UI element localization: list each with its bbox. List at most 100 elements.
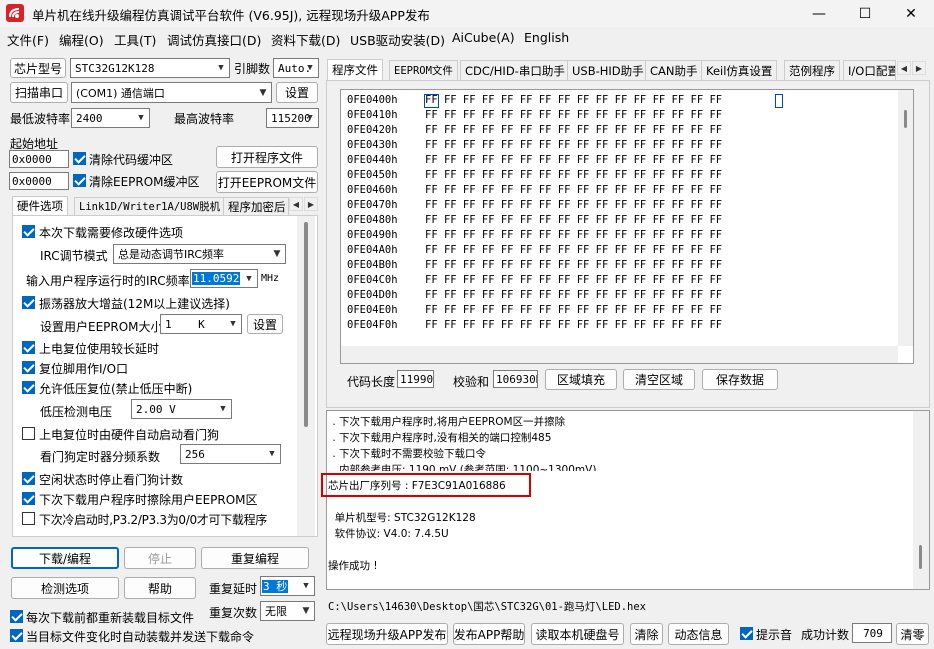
menu-aicube[interactable]: AiCube(A) bbox=[452, 30, 515, 45]
log-line: . 内部参考电压: 1190 mV (参考范围: 1100~1300mV) bbox=[329, 464, 597, 471]
code-length-label: 代码长度 bbox=[347, 375, 396, 389]
repeat-program-button[interactable]: 重复编程 bbox=[201, 547, 309, 569]
tab-io-config[interactable]: I/O口配置 bbox=[843, 60, 896, 80]
options-scrollbar-thumb[interactable] bbox=[304, 222, 308, 427]
help-button[interactable]: 帮助 bbox=[124, 577, 196, 599]
clear-code-buffer-checkbox[interactable] bbox=[73, 152, 86, 165]
menu-english[interactable]: English bbox=[524, 30, 569, 45]
menu-download[interactable]: 资料下载(D) bbox=[271, 30, 340, 49]
hex-bytes: FF FF FF FF FF FF FF FF FF FF FF FF FF F… bbox=[425, 259, 723, 271]
p32-p33-checkbox[interactable] bbox=[22, 512, 35, 525]
hw-watchdog-checkbox[interactable] bbox=[22, 427, 35, 440]
pin-count-label: 引脚数 bbox=[234, 62, 271, 76]
download-program-button[interactable]: 下载/编程 bbox=[11, 547, 119, 569]
clear-eeprom-buffer-checkbox[interactable] bbox=[73, 174, 86, 187]
reload-file-label: 每次下载前都重新装载目标文件 bbox=[26, 611, 195, 625]
tab-program-file[interactable]: 程序文件 bbox=[327, 59, 383, 80]
read-disk-id-button[interactable]: 读取本机硬盘号 bbox=[531, 623, 624, 645]
reload-file-checkbox[interactable] bbox=[10, 610, 23, 623]
open-program-file-button[interactable]: 打开程序文件 bbox=[216, 146, 318, 168]
lvd-reset-checkbox[interactable] bbox=[22, 381, 35, 394]
close-button[interactable]: ✕ bbox=[888, 0, 934, 27]
menu-usb-driver[interactable]: USB驱动安装(D) bbox=[350, 30, 445, 49]
code-start-address-input[interactable]: 0x0000 bbox=[9, 150, 69, 168]
long-reset-delay-checkbox[interactable] bbox=[22, 341, 35, 354]
repeat-count-select[interactable]: 无限 ▼ bbox=[260, 601, 315, 621]
scan-port-button[interactable]: 扫描串口 bbox=[10, 82, 68, 103]
auto-load-checkbox[interactable] bbox=[10, 629, 23, 642]
minimize-button[interactable]: — bbox=[796, 0, 842, 27]
irc-mode-select[interactable]: 总是动态调节IRC频率 ▼ bbox=[113, 244, 286, 264]
publish-app-help-button[interactable]: 发布APP帮助 bbox=[453, 623, 525, 645]
fill-area-button[interactable]: 区域填充 bbox=[545, 369, 617, 390]
hex-scrollbar-thumb[interactable] bbox=[904, 110, 907, 128]
hex-address: 0FE0450h bbox=[347, 169, 398, 181]
code-length-value: 11990 bbox=[397, 370, 434, 388]
hex-bytes: FF FF FF FF FF FF FF FF FF FF FF FF FF F… bbox=[425, 214, 723, 226]
tab-scroll-right-icon[interactable]: ▶ bbox=[912, 61, 926, 75]
menu-debug[interactable]: 调试仿真接口(D) bbox=[167, 30, 261, 49]
hex-address: 0FE0420h bbox=[347, 124, 398, 136]
auto-load-label: 当目标文件变化时自动装载并发送下载命令 bbox=[26, 630, 255, 644]
tab-can[interactable]: CAN助手 bbox=[645, 60, 703, 80]
chevron-down-icon: ▼ bbox=[269, 449, 275, 459]
tab-cdc-serial[interactable]: CDC/HID-串口助手 bbox=[460, 60, 570, 80]
hex-hscrollbar[interactable] bbox=[341, 346, 898, 363]
chevron-down-icon: ▼ bbox=[218, 63, 224, 73]
maximize-button[interactable]: ☐ bbox=[842, 0, 888, 27]
min-baud-label: 最低波特率 bbox=[10, 112, 71, 126]
irc-freq-select[interactable]: 11.0592 ▼ bbox=[190, 269, 258, 288]
port-settings-button[interactable]: 设置 bbox=[276, 82, 318, 103]
save-data-button[interactable]: 保存数据 bbox=[702, 369, 778, 390]
p32-p33-label: 下次冷启动时,P3.2/P3.3为0/0才可下载程序 bbox=[39, 513, 268, 527]
chevron-down-icon: ▼ bbox=[230, 319, 236, 329]
idle-stop-wdt-checkbox[interactable] bbox=[22, 472, 35, 485]
eeprom-size-set-button[interactable]: 设置 bbox=[247, 314, 283, 334]
hex-bytes: FF FF FF FF FF FF FF FF FF FF FF FF FF F… bbox=[425, 184, 723, 196]
tab-examples[interactable]: 范例程序 bbox=[784, 60, 840, 80]
tab-usb-hid[interactable]: USB-HID助手 bbox=[567, 60, 649, 80]
erase-eeprom-checkbox[interactable] bbox=[22, 492, 35, 505]
check-options-button[interactable]: 检测选项 bbox=[11, 577, 119, 599]
log-scrollbar-thumb[interactable] bbox=[919, 545, 922, 569]
clear-area-button[interactable]: 清空区域 bbox=[623, 369, 695, 390]
menu-program[interactable]: 编程(O) bbox=[59, 30, 104, 49]
port-select[interactable]: (COM1) 通信端口 ▼ bbox=[71, 82, 272, 103]
menu-file[interactable]: 文件(F) bbox=[7, 30, 49, 49]
stop-button[interactable]: 停止 bbox=[124, 547, 196, 569]
chip-type-select[interactable]: STC32G12K128 ▼ bbox=[70, 58, 230, 78]
tab-encrypted[interactable]: 程序加密后 bbox=[223, 197, 289, 215]
dynamic-info-button[interactable]: 动态信息 bbox=[668, 623, 729, 645]
clear-log-button[interactable]: 清除 bbox=[630, 623, 663, 645]
tab-scroll-right-icon[interactable]: ▶ bbox=[304, 197, 318, 211]
lvd-voltage-select[interactable]: 2.00 V ▼ bbox=[131, 399, 232, 419]
menu-tools[interactable]: 工具(T) bbox=[114, 30, 156, 49]
tab-hardware-options[interactable]: 硬件选项 bbox=[12, 196, 68, 215]
tab-scroll-left-icon[interactable]: ◀ bbox=[289, 197, 303, 211]
reset-count-button[interactable]: 清零 bbox=[896, 623, 929, 645]
open-eeprom-file-button[interactable]: 打开EEPROM文件 bbox=[216, 171, 318, 193]
min-baud-select[interactable]: 2400 ▼ bbox=[71, 108, 150, 128]
max-baud-select[interactable]: 115200 ▼ bbox=[266, 108, 319, 128]
eeprom-size-select[interactable]: 1 K ▼ bbox=[160, 314, 242, 334]
modify-hw-checkbox[interactable] bbox=[22, 225, 35, 238]
reset-pin-io-checkbox[interactable] bbox=[22, 361, 35, 374]
eeprom-start-address-input[interactable]: 0x0000 bbox=[9, 172, 69, 190]
remote-upgrade-publish-button[interactable]: 远程现场升级APP发布 bbox=[326, 623, 448, 645]
repeat-delay-select[interactable]: 3 秒 ▼ bbox=[260, 576, 315, 596]
pin-count-select[interactable]: Auto. ▼ bbox=[273, 58, 319, 78]
tab-link1d-offline[interactable]: Link1D/Writer1A/U8W脱机 bbox=[74, 197, 226, 215]
tab-scroll-left-icon[interactable]: ◀ bbox=[897, 61, 911, 75]
wdt-divider-select[interactable]: 256 ▼ bbox=[180, 444, 281, 464]
hex-bytes: FF FF FF FF FF FF FF FF FF FF FF FF FF F… bbox=[425, 169, 723, 181]
hex-address: 0FE0460h bbox=[347, 184, 398, 196]
tab-eeprom-file[interactable]: EEPROM文件 bbox=[389, 60, 458, 80]
tab-keil[interactable]: Keil仿真设置 bbox=[701, 60, 778, 80]
hex-scrollbar[interactable] bbox=[898, 90, 913, 346]
osc-gain-checkbox[interactable] bbox=[22, 296, 35, 309]
long-reset-delay-label: 上电复位使用较长延时 bbox=[39, 342, 160, 356]
hex-bytes: FF FF FF FF FF FF FF FF FF FF FF FF FF F… bbox=[425, 229, 723, 241]
beep-checkbox[interactable] bbox=[740, 627, 753, 640]
highlight-box bbox=[321, 473, 531, 497]
repeat-delay-value: 3 秒 bbox=[262, 580, 289, 593]
